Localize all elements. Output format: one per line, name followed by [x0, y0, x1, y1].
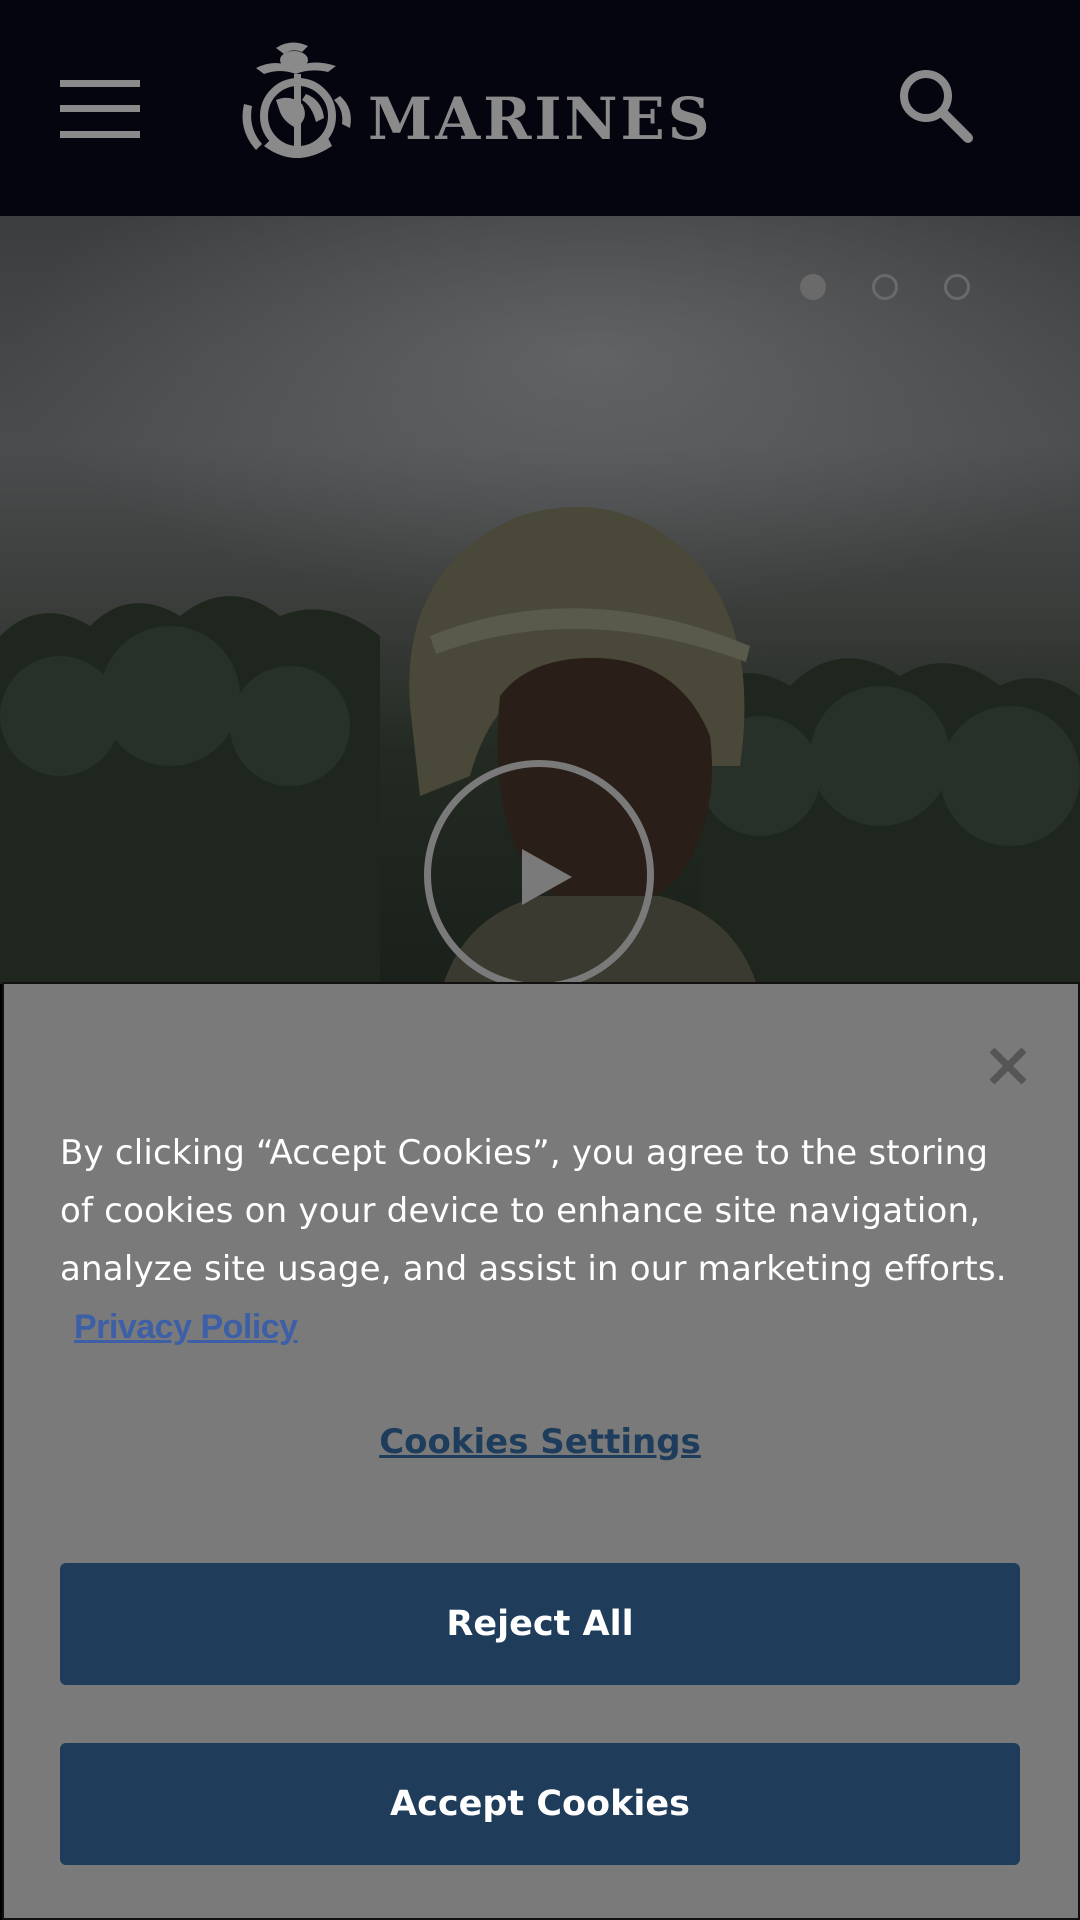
carousel-indicators [800, 274, 990, 308]
hamburger-menu-icon [60, 80, 140, 87]
search-button[interactable] [896, 66, 976, 146]
accept-cookies-button[interactable]: Accept Cookies [60, 1743, 1020, 1865]
site-header: MARINES [0, 0, 1080, 216]
close-icon [989, 1047, 1027, 1085]
cookies-settings-link[interactable]: Cookies Settings [0, 1422, 1080, 1462]
close-banner-button[interactable] [988, 1046, 1028, 1086]
privacy-policy-link[interactable]: Privacy Policy [74, 1308, 298, 1347]
play-button[interactable] [424, 760, 654, 984]
carousel-dot-3[interactable] [944, 274, 970, 300]
search-icon [900, 70, 973, 143]
carousel-dot-2[interactable] [872, 274, 898, 300]
cookie-message: By clicking “Accept Cookies”, you agree … [60, 1133, 1007, 1289]
play-icon [522, 849, 572, 905]
menu-icon-bar [60, 105, 140, 112]
menu-icon-bar [60, 131, 140, 138]
logo-wordmark: MARINES [368, 85, 713, 153]
marines-logo[interactable]: MARINES [236, 38, 796, 166]
reject-all-button[interactable]: Reject All [60, 1563, 1020, 1685]
menu-button[interactable] [60, 80, 140, 138]
eagle-globe-anchor-icon [242, 42, 351, 158]
carousel-dot-1[interactable] [800, 274, 826, 300]
hero-video [0, 216, 1080, 984]
